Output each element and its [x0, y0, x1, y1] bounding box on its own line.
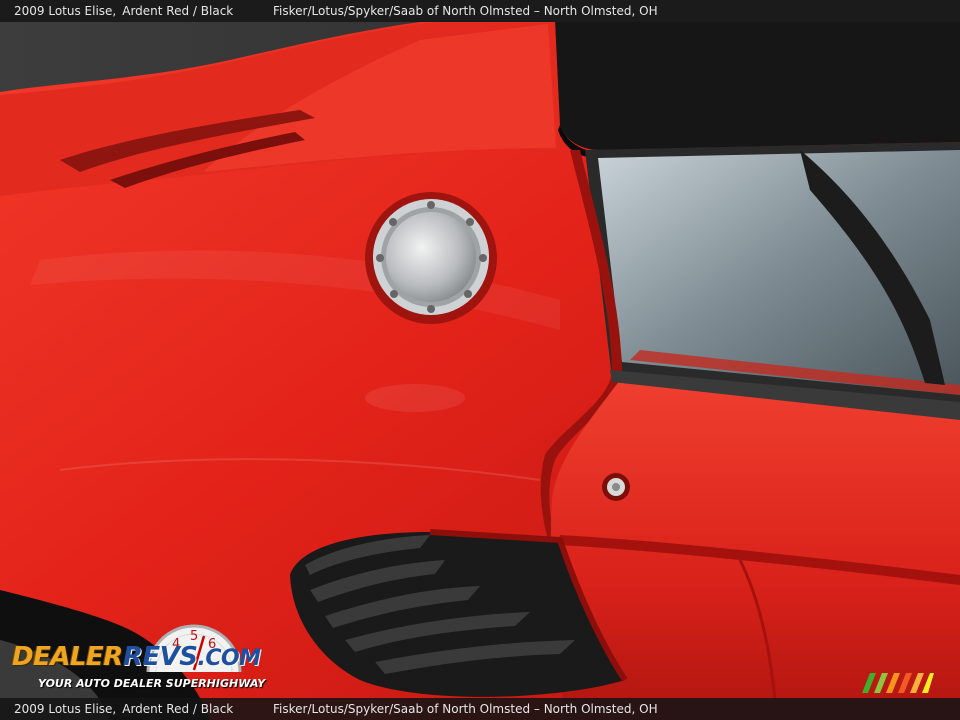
photo-frame: 2009 Lotus Elise, Ardent Red / Black Fisk…: [0, 0, 960, 720]
logo-dealer: DEALER: [12, 642, 123, 672]
caption-bar-bottom: 2009 Lotus Elise, Ardent Red / Black Fisk…: [0, 698, 960, 720]
caption-bottom-left: 2009 Lotus Elise, Ardent Red / Black: [14, 698, 233, 720]
dealerrevs-logo: 4 5 6 DEALERREVS.COM YOUR AUTO DEALER SU…: [12, 622, 267, 696]
dealer-name-bottom: Fisker/Lotus/Spyker/Saab of North Olmste…: [273, 702, 658, 716]
car-photo: [0, 0, 960, 720]
logo-wordmark: DEALERREVS.COM: [12, 642, 261, 672]
vehicle-title-bottom: 2009 Lotus Elise,: [14, 702, 117, 716]
logo-tagline: YOUR AUTO DEALER SUPERHIGHWAY: [38, 677, 266, 690]
color-stripes-icon: [862, 673, 934, 693]
vehicle-color-bottom: Ardent Red / Black: [122, 702, 234, 716]
vehicle-title: 2009 Lotus Elise,: [14, 4, 117, 18]
vehicle-color: Ardent Red / Black: [122, 4, 234, 18]
caption-bar-top: 2009 Lotus Elise, Ardent Red / Black Fisk…: [0, 0, 960, 22]
dealer-name: Fisker/Lotus/Spyker/Saab of North Olmste…: [273, 4, 658, 18]
caption-top-left: 2009 Lotus Elise, Ardent Red / Black: [14, 0, 233, 22]
logo-revs: REVS: [122, 642, 198, 672]
logo-com: .COM: [197, 646, 261, 671]
